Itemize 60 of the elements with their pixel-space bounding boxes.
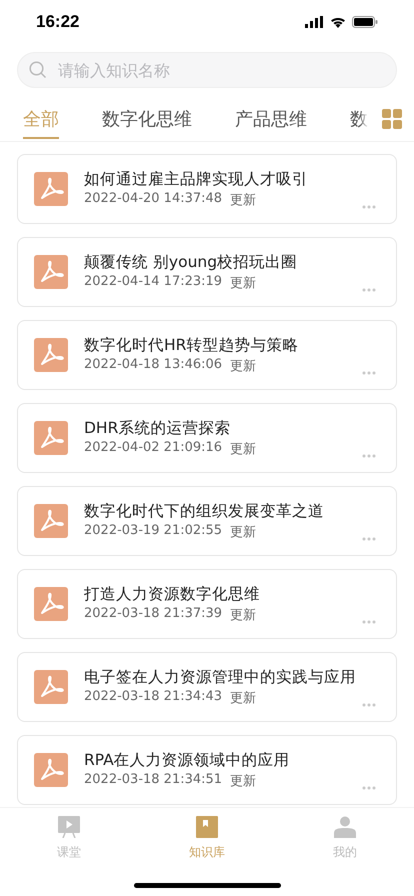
update-time: 2022-04-14 17:23:19 — [84, 274, 222, 291]
more-icon[interactable] — [362, 371, 376, 375]
status-time: 16:22 — [36, 12, 80, 32]
pdf-icon — [34, 421, 68, 455]
document-card[interactable]: 打造人力资源数字化思维 2022-03-18 21:37:39 更新 — [17, 569, 397, 639]
document-card[interactable]: 如何通过雇主品牌实现人才吸引 2022-04-20 14:37:48 更新 — [17, 154, 397, 224]
more-icon[interactable] — [362, 537, 376, 541]
update-time: 2022-04-18 13:46:06 — [84, 357, 222, 374]
more-icon[interactable] — [362, 703, 376, 707]
pdf-icon — [34, 587, 68, 621]
more-icon[interactable] — [362, 288, 376, 292]
document-card[interactable]: 电子签在人力资源管理中的实践与应用 2022-03-18 21:34:43 更新 — [17, 652, 397, 722]
update-label: 更新 — [230, 358, 256, 375]
more-icon[interactable] — [362, 620, 376, 624]
pdf-icon — [34, 255, 68, 289]
update-label: 更新 — [230, 441, 256, 458]
category-tab[interactable]: 数字化思维 — [102, 97, 192, 141]
document-card[interactable]: 数字化时代下的组织发展变革之道 2022-03-19 21:02:55 更新 — [17, 486, 397, 556]
pdf-icon — [34, 172, 68, 206]
document-title: RPA在人力资源领域中的应用 — [84, 750, 290, 771]
document-title: 颠覆传统 别young校招玩出圈 — [84, 252, 298, 273]
document-title: 电子签在人力资源管理中的实践与应用 — [84, 667, 356, 688]
presentation-board-icon — [58, 816, 80, 838]
update-label: 更新 — [230, 773, 256, 790]
pdf-icon — [34, 338, 68, 372]
document-title: 如何通过雇主品牌实现人才吸引 — [84, 169, 308, 190]
document-title: DHR系统的运营探索 — [84, 418, 232, 439]
update-time: 2022-04-02 21:09:16 — [84, 440, 222, 457]
document-title: 打造人力资源数字化思维 — [84, 584, 260, 605]
update-time: 2022-04-20 14:37:48 — [84, 191, 222, 208]
bookmark-book-icon — [196, 816, 218, 838]
update-label: 更新 — [230, 192, 256, 209]
update-label: 更新 — [230, 690, 256, 707]
document-card[interactable]: 颠覆传统 别young校招玩出圈 2022-04-14 17:23:19 更新 — [17, 237, 397, 307]
update-time: 2022-03-18 21:34:51 — [84, 772, 222, 789]
pdf-icon — [34, 670, 68, 704]
update-label: 更新 — [230, 524, 256, 541]
document-title: 数字化时代下的组织发展变革之道 — [84, 501, 324, 522]
pdf-icon — [34, 504, 68, 538]
pdf-icon — [34, 753, 68, 787]
more-icon[interactable] — [362, 454, 376, 458]
wifi-icon — [330, 16, 346, 28]
document-card[interactable]: RPA在人力资源领域中的应用 2022-03-18 21:34:51 更新 — [17, 735, 397, 805]
update-time: 2022-03-18 21:34:43 — [84, 689, 222, 706]
person-icon — [334, 816, 356, 838]
more-icon[interactable] — [362, 205, 376, 209]
update-label: 更新 — [230, 275, 256, 292]
more-icon[interactable] — [362, 786, 376, 790]
update-time: 2022-03-18 21:37:39 — [84, 606, 222, 623]
category-tab[interactable]: 产品思维 — [235, 97, 307, 141]
grid-icon[interactable] — [382, 109, 402, 129]
update-time: 2022-03-19 21:02:55 — [84, 523, 222, 540]
document-card[interactable]: 数字化时代HR转型趋势与策略 2022-04-18 13:46:06 更新 — [17, 320, 397, 390]
document-title: 数字化时代HR转型趋势与策略 — [84, 335, 298, 356]
signal-icon — [305, 16, 324, 28]
category-tab[interactable]: 数 — [350, 97, 368, 141]
search-field[interactable]: 请输入知识名称 — [17, 52, 397, 88]
battery-icon — [352, 16, 378, 28]
update-label: 更新 — [230, 607, 256, 624]
document-card[interactable]: DHR系统的运营探索 2022-04-02 21:09:16 更新 — [17, 403, 397, 473]
